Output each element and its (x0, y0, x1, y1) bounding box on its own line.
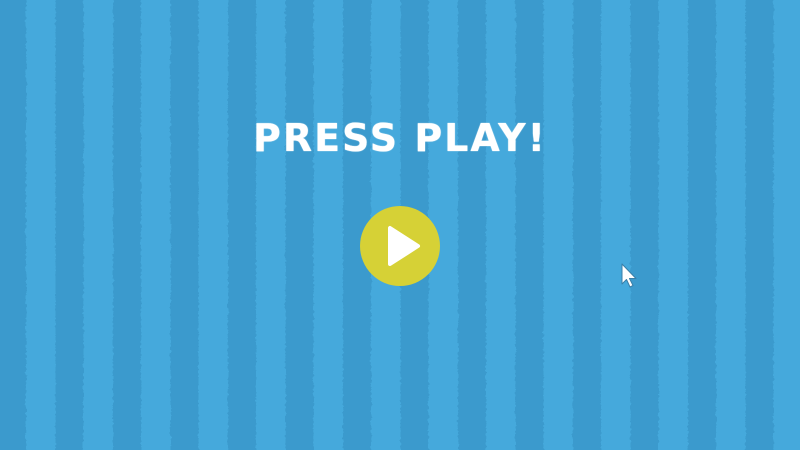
mouse-cursor-icon (621, 263, 637, 288)
background-stripe (458, 0, 486, 450)
page-title: PRESS PLAY! (252, 116, 547, 160)
background-stripe (170, 0, 199, 450)
background-stripe (688, 0, 716, 450)
background-stripe (745, 0, 774, 450)
play-icon (388, 226, 420, 266)
background-stripe (228, 0, 256, 450)
background-stripe (0, 0, 26, 450)
background-stripe (55, 0, 84, 450)
background-stripe (630, 0, 659, 450)
game-screen: PRESS PLAY! (0, 0, 800, 450)
background-stripe (285, 0, 314, 450)
background-stripe (515, 0, 544, 450)
background-stripe (573, 0, 601, 450)
play-button[interactable] (360, 206, 440, 286)
background-stripe (113, 0, 141, 450)
